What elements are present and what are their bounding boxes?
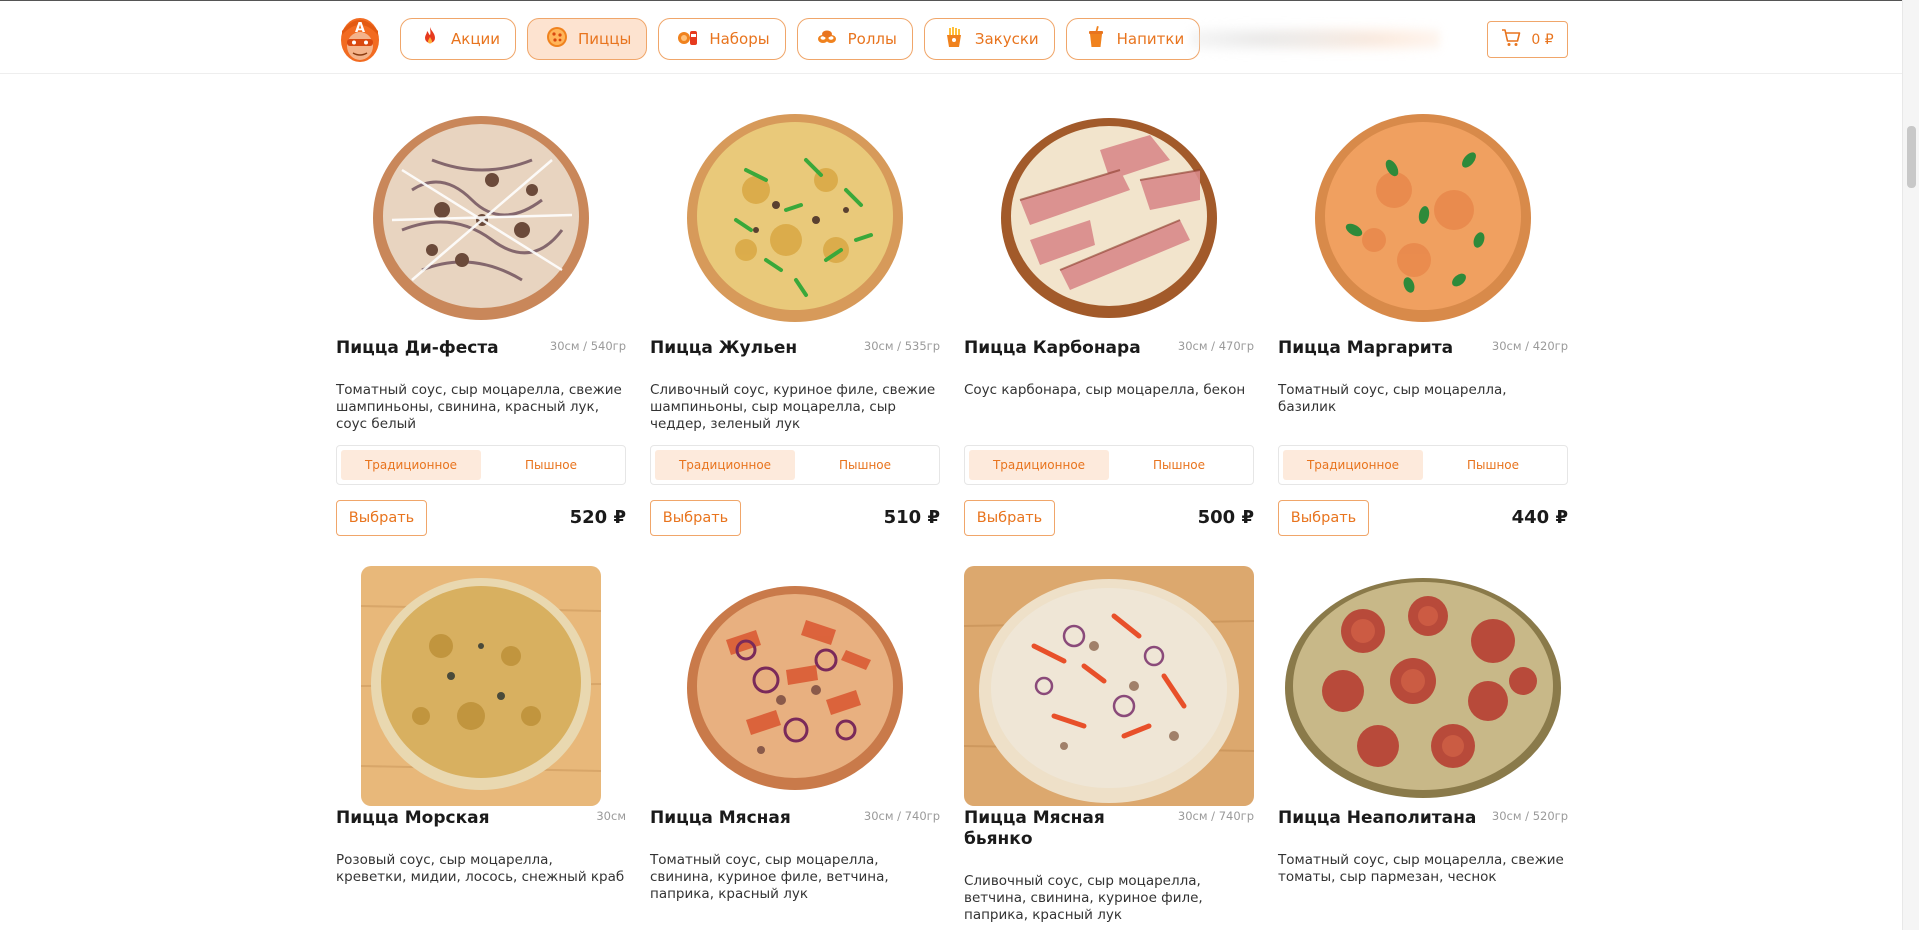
fire-icon — [418, 25, 442, 53]
variant-fluffy[interactable]: Пышное — [795, 450, 935, 480]
nav-item-label: Закуски — [974, 30, 1039, 48]
variant-traditional[interactable]: Традиционное — [969, 450, 1109, 480]
product-weight: 30см / 535гр — [863, 339, 940, 353]
product-title[interactable]: Пицца Жульен — [650, 338, 850, 359]
product-weight: 30см / 520гр — [1491, 809, 1568, 823]
product-description: Томатный соус, сыр моцарелла, базилик — [1278, 382, 1507, 415]
product-title[interactable]: Пицца Маргарита — [1278, 338, 1478, 359]
nav-item-label: Наборы — [709, 30, 770, 48]
nav-item-label: Напитки — [1116, 30, 1185, 48]
product-price: 500 ₽ — [1197, 507, 1254, 528]
nav-item-pizza[interactable]: Пиццы — [527, 18, 648, 60]
product-description: Сливочный соус, куриное филе, свежие шам… — [650, 382, 936, 432]
variant-traditional[interactable]: Традиционное — [1283, 450, 1423, 480]
product-weight: 30см / 540гр — [549, 339, 626, 353]
variant-traditional[interactable]: Традиционное — [341, 450, 481, 480]
product-description: Томатный соус, сыр моцарелла, свежие шам… — [336, 382, 622, 432]
product-title[interactable]: Пицца Мясная — [650, 808, 850, 829]
product-description: Розовый соус, сыр моцарелла, креветки, м… — [336, 852, 625, 885]
nav-item-rolls[interactable]: Роллы — [796, 18, 913, 60]
choose-button[interactable]: Выбрать — [336, 500, 427, 536]
dough-selector: Традиционное Пышное — [650, 445, 940, 485]
product-image[interactable] — [650, 566, 940, 806]
product-image[interactable] — [336, 566, 626, 806]
drink-icon — [1084, 25, 1108, 53]
rolls-icon — [815, 25, 839, 53]
dough-selector: Традиционное Пышное — [336, 445, 626, 485]
product-price: 510 ₽ — [883, 507, 940, 528]
product-image[interactable] — [964, 566, 1254, 806]
product-title[interactable]: Пицца Мясная бьянко — [964, 808, 1164, 850]
category-nav: Акции Пиццы Наборы Роллы Закуски Напитки — [400, 18, 1201, 60]
variant-fluffy[interactable]: Пышное — [481, 450, 621, 480]
product-image[interactable] — [650, 96, 940, 336]
product-description: Соус карбонара, сыр моцарелла, бекон — [964, 382, 1246, 398]
product-title[interactable]: Пицца Морская — [336, 808, 536, 829]
product-image[interactable] — [336, 96, 626, 336]
site-header: A Акции Пиццы Наборы Роллы Закуски Напит… — [0, 0, 1902, 74]
dough-selector: Традиционное Пышное — [1278, 445, 1568, 485]
product-image[interactable] — [964, 96, 1254, 336]
product-description: Сливочный соус, сыр моцарелла, ветчина, … — [964, 873, 1203, 923]
cart-icon — [1501, 28, 1521, 51]
product-price: 520 ₽ — [569, 507, 626, 528]
product-image[interactable] — [1278, 566, 1568, 806]
choose-button[interactable]: Выбрать — [650, 500, 741, 536]
product-weight: 30см / 420гр — [1491, 339, 1568, 353]
nav-item-promo[interactable]: Акции — [400, 18, 517, 60]
nav-item-snacks[interactable]: Закуски — [923, 18, 1055, 60]
product-description: Томатный соус, сыр моцарелла, свежие том… — [1278, 852, 1564, 885]
product-price: 440 ₽ — [1511, 507, 1568, 528]
product-image[interactable] — [1278, 96, 1568, 336]
nav-item-drinks[interactable]: Напитки — [1065, 18, 1201, 60]
cart-button[interactable]: 0 ₽ — [1487, 21, 1568, 58]
fries-icon — [942, 25, 966, 53]
blurred-banner — [1190, 19, 1440, 59]
logo[interactable]: A — [339, 13, 381, 63]
variant-fluffy[interactable]: Пышное — [1423, 450, 1563, 480]
nav-item-label: Роллы — [847, 30, 897, 48]
set-icon — [676, 25, 700, 53]
svg-text:A: A — [355, 21, 365, 36]
nav-item-label: Акции — [451, 30, 501, 48]
product-title[interactable]: Пицца Карбонара — [964, 338, 1164, 359]
product-description: Томатный соус, сыр моцарелла, свинина, к… — [650, 852, 889, 902]
product-weight: 30см / 740гр — [1177, 809, 1254, 823]
product-weight: 30см / 470гр — [1177, 339, 1254, 353]
scrollbar-thumb[interactable] — [1907, 126, 1916, 188]
product-weight: 30см — [596, 809, 626, 823]
product-weight: 30см / 740гр — [863, 809, 940, 823]
scrollbar[interactable] — [1902, 0, 1919, 930]
pizza-icon — [545, 25, 569, 53]
choose-button[interactable]: Выбрать — [964, 500, 1055, 536]
variant-traditional[interactable]: Традиционное — [655, 450, 795, 480]
product-title[interactable]: Пицца Ди-феста — [336, 338, 536, 359]
choose-button[interactable]: Выбрать — [1278, 500, 1369, 536]
cart-total: 0 ₽ — [1531, 31, 1554, 48]
dough-selector: Традиционное Пышное — [964, 445, 1254, 485]
nav-item-sets[interactable]: Наборы — [658, 18, 786, 60]
product-title[interactable]: Пицца Неаполитана — [1278, 808, 1478, 829]
nav-item-label: Пиццы — [578, 30, 632, 48]
variant-fluffy[interactable]: Пышное — [1109, 450, 1249, 480]
